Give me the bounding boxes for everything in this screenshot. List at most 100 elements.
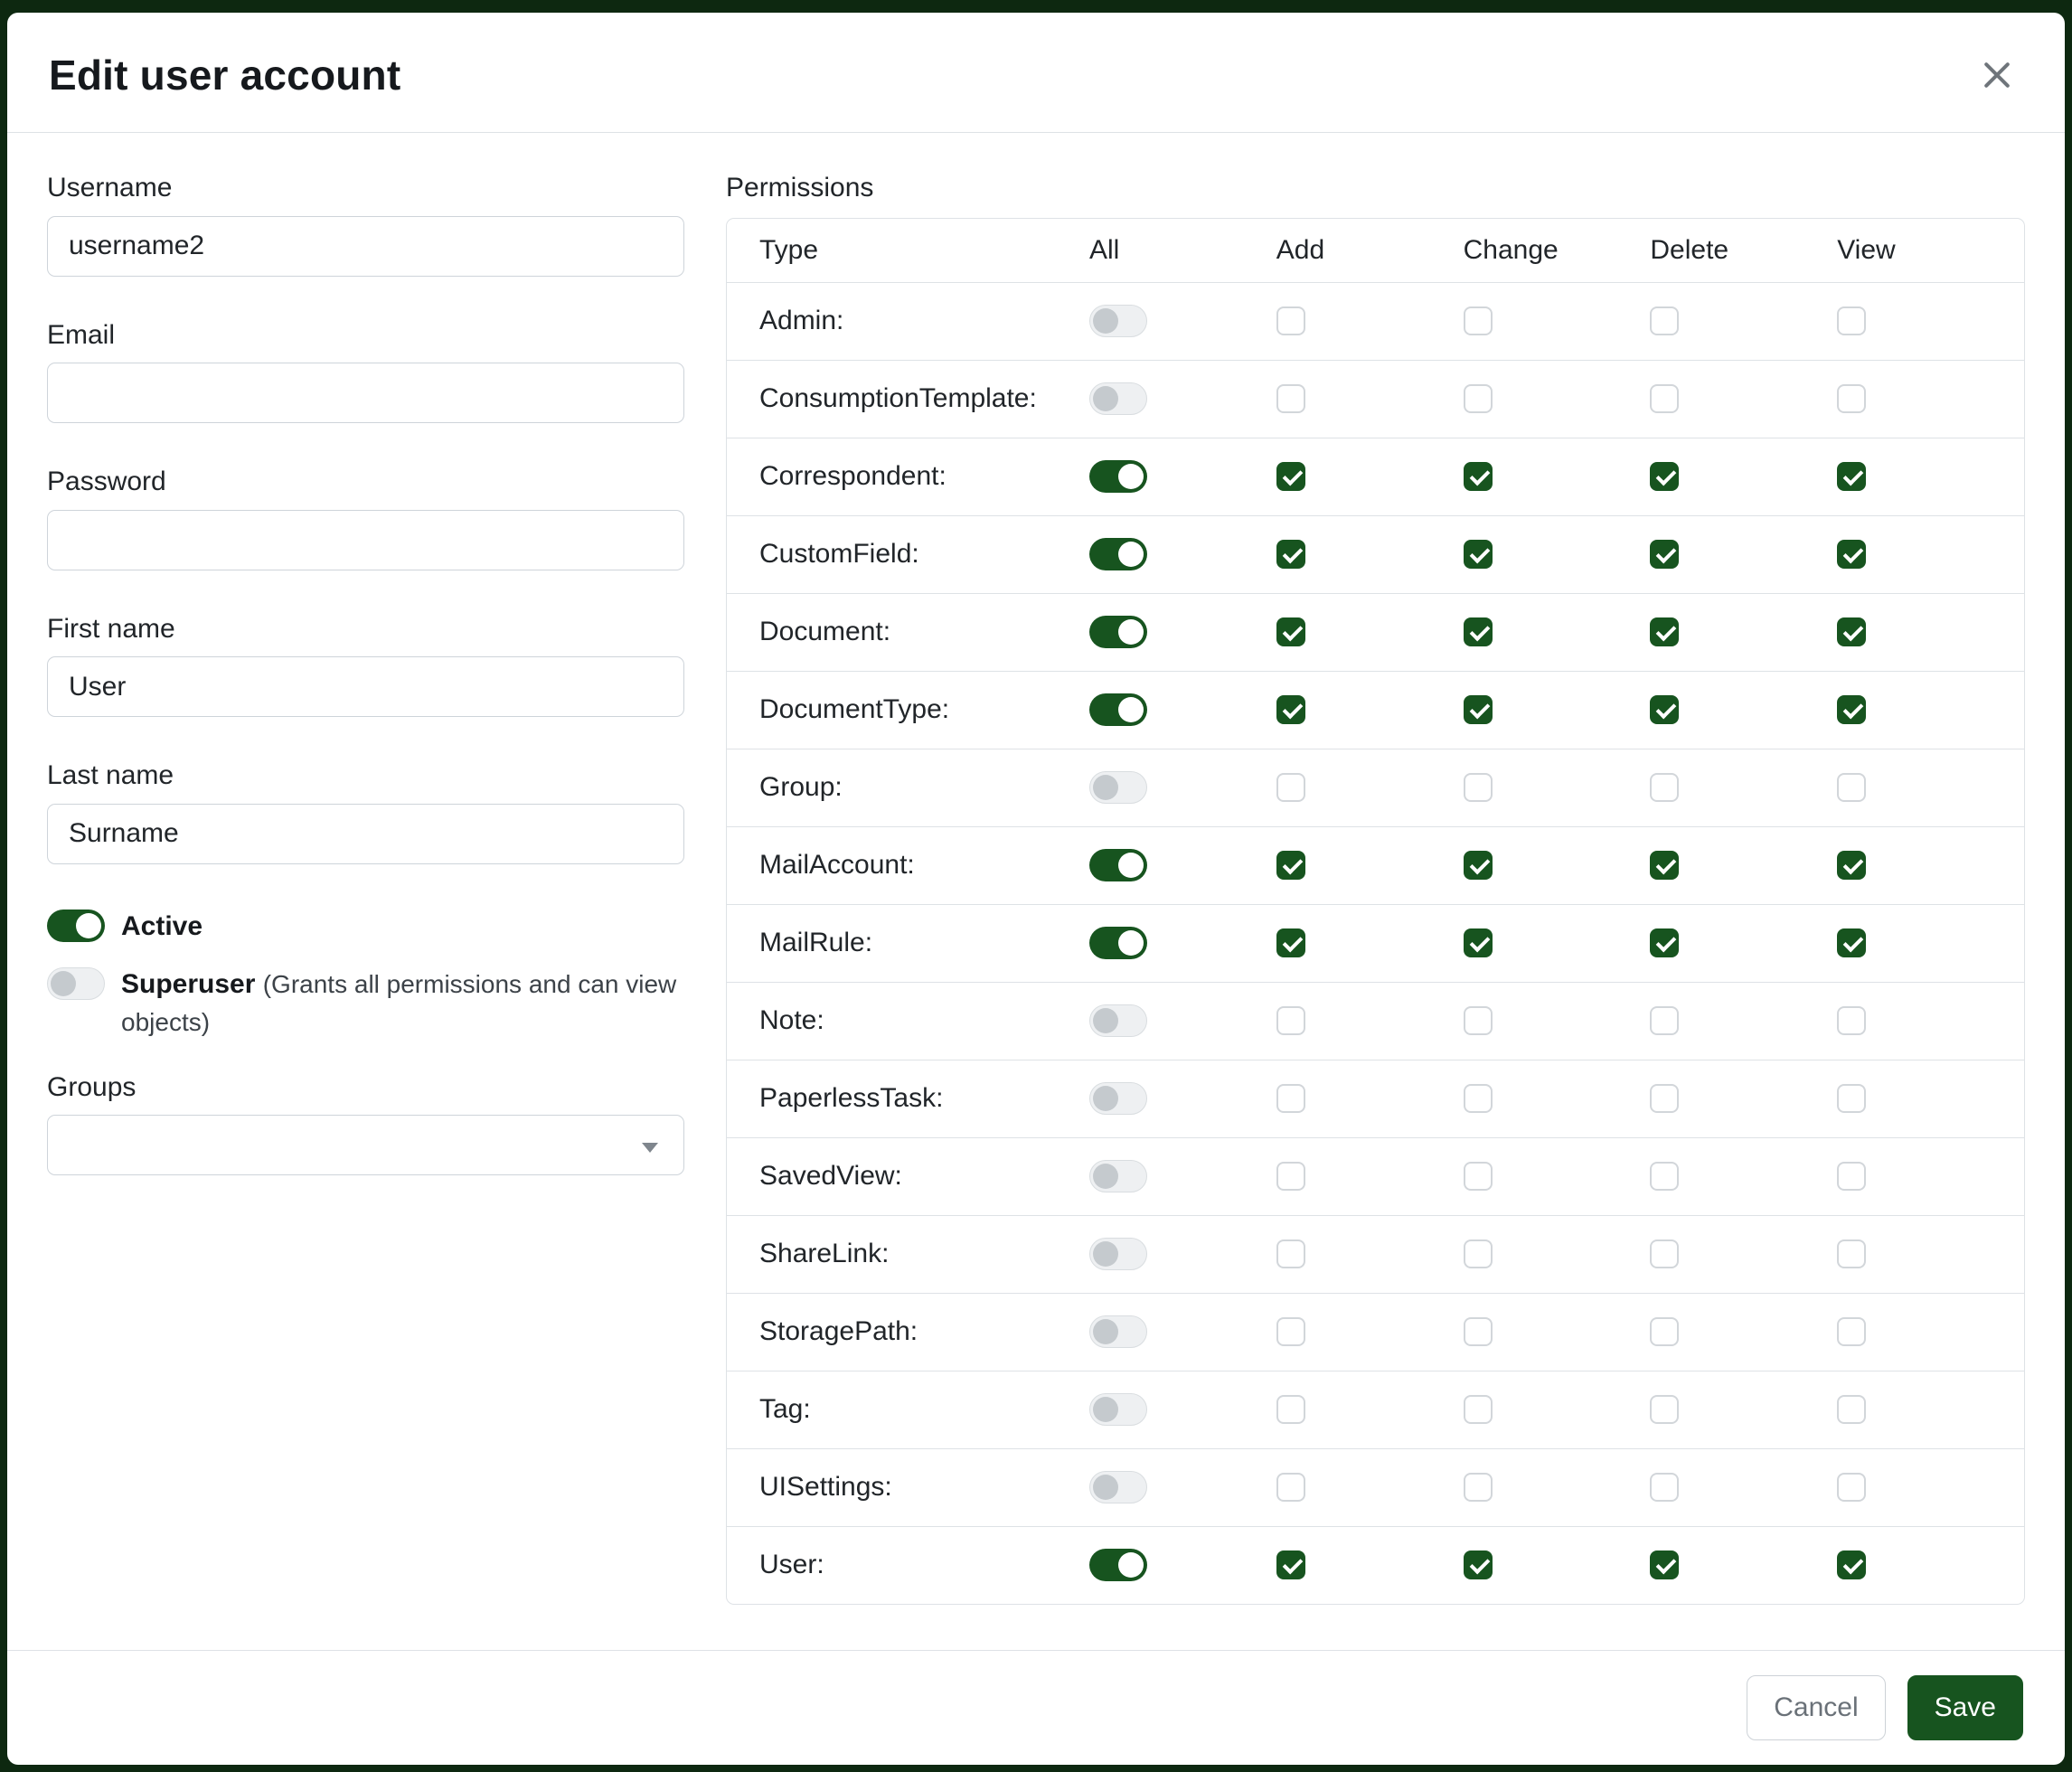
perm-delete-checkbox[interactable] [1650,1239,1679,1268]
perm-delete-checkbox[interactable] [1650,1084,1679,1113]
superuser-toggle[interactable] [47,967,105,1000]
perm-view-checkbox[interactable] [1837,1006,1866,1035]
perm-add-checkbox[interactable] [1276,1317,1305,1346]
perm-add-checkbox[interactable] [1276,384,1305,413]
perm-add-checkbox[interactable] [1276,1006,1305,1035]
perm-delete-checkbox[interactable] [1650,928,1679,957]
perm-add-checkbox[interactable] [1276,462,1305,491]
perm-view-checkbox[interactable] [1837,1550,1866,1579]
perm-change-checkbox[interactable] [1464,1162,1493,1191]
perm-change-checkbox[interactable] [1464,1239,1493,1268]
perm-change-checkbox[interactable] [1464,1395,1493,1424]
perm-view-checkbox[interactable] [1837,695,1866,724]
perm-add-checkbox[interactable] [1276,1473,1305,1502]
perm-delete-checkbox[interactable] [1650,540,1679,569]
perm-view-checkbox[interactable] [1837,1239,1866,1268]
perm-all-toggle[interactable] [1089,1082,1147,1115]
perm-view-checkbox[interactable] [1837,1395,1866,1424]
perm-all-toggle[interactable] [1089,1549,1147,1581]
perm-delete-checkbox[interactable] [1650,851,1679,880]
perm-change-checkbox[interactable] [1464,384,1493,413]
perm-delete-checkbox[interactable] [1650,384,1679,413]
cancel-button[interactable]: Cancel [1747,1675,1885,1740]
perm-all-toggle[interactable] [1089,305,1147,337]
perm-add-checkbox[interactable] [1276,306,1305,335]
perm-all-toggle[interactable] [1089,1004,1147,1037]
perm-all-toggle[interactable] [1089,616,1147,648]
perm-all-toggle[interactable] [1089,382,1147,415]
perm-add-checkbox[interactable] [1276,773,1305,802]
perm-all-toggle[interactable] [1089,1315,1147,1348]
password-input[interactable] [47,510,684,570]
perm-delete-checkbox[interactable] [1650,1162,1679,1191]
perm-view-checkbox[interactable] [1837,540,1866,569]
perm-view-checkbox[interactable] [1837,1317,1866,1346]
perm-all-toggle[interactable] [1089,927,1147,959]
perm-delete-checkbox[interactable] [1650,462,1679,491]
perm-add-checkbox[interactable] [1276,851,1305,880]
perm-add-checkbox[interactable] [1276,695,1305,724]
username-input[interactable] [47,216,684,277]
perm-change-checkbox[interactable] [1464,1550,1493,1579]
perm-add-checkbox[interactable] [1276,1239,1305,1268]
perm-delete-checkbox[interactable] [1650,1473,1679,1502]
perm-change-checkbox[interactable] [1464,1317,1493,1346]
perm-delete-checkbox[interactable] [1650,1317,1679,1346]
first-name-input[interactable] [47,656,684,717]
perm-change-checkbox[interactable] [1464,928,1493,957]
perm-change-checkbox[interactable] [1464,1084,1493,1113]
perm-delete-checkbox[interactable] [1650,695,1679,724]
perm-add-checkbox[interactable] [1276,1395,1305,1424]
perm-change-checkbox[interactable] [1464,306,1493,335]
perm-view-checkbox[interactable] [1837,851,1866,880]
perm-add-checkbox[interactable] [1276,540,1305,569]
active-toggle[interactable] [47,910,105,942]
perm-add-checkbox[interactable] [1276,1084,1305,1113]
perm-view-checkbox[interactable] [1837,462,1866,491]
perm-delete-checkbox[interactable] [1650,773,1679,802]
perm-delete-checkbox[interactable] [1650,1395,1679,1424]
perm-view-checkbox[interactable] [1837,384,1866,413]
perm-view-checkbox[interactable] [1837,1162,1866,1191]
permissions-label: Permissions [726,173,2025,204]
perm-add-checkbox[interactable] [1276,928,1305,957]
perm-change-checkbox[interactable] [1464,462,1493,491]
perm-view-checkbox[interactable] [1837,1473,1866,1502]
perm-view-checkbox[interactable] [1837,928,1866,957]
perm-delete-checkbox[interactable] [1650,1550,1679,1579]
perm-add-checkbox[interactable] [1276,1550,1305,1579]
column-header-view: View [1837,235,2024,266]
perm-view-checkbox[interactable] [1837,773,1866,802]
perm-all-toggle[interactable] [1089,1471,1147,1503]
perm-all-toggle[interactable] [1089,460,1147,493]
perm-all-toggle[interactable] [1089,538,1147,570]
perm-change-checkbox[interactable] [1464,773,1493,802]
perm-change-checkbox[interactable] [1464,1473,1493,1502]
perm-change-checkbox[interactable] [1464,695,1493,724]
perm-change-checkbox[interactable] [1464,851,1493,880]
perm-add-checkbox[interactable] [1276,1162,1305,1191]
perm-all-toggle[interactable] [1089,1393,1147,1426]
perm-view-checkbox[interactable] [1837,1084,1866,1113]
groups-select[interactable] [47,1115,684,1175]
perm-view-checkbox[interactable] [1837,617,1866,646]
perm-change-checkbox[interactable] [1464,617,1493,646]
perm-view-checkbox[interactable] [1837,306,1866,335]
save-button[interactable]: Save [1907,1675,2023,1740]
perm-delete-checkbox[interactable] [1650,617,1679,646]
perm-add-checkbox[interactable] [1276,617,1305,646]
perm-all-toggle[interactable] [1089,849,1147,881]
modal-footer: Cancel Save [7,1650,2065,1765]
close-button[interactable] [1971,49,2023,101]
perm-all-toggle[interactable] [1089,1160,1147,1192]
perm-all-toggle[interactable] [1089,693,1147,726]
perm-all-toggle[interactable] [1089,771,1147,804]
email-input[interactable] [47,363,684,423]
perm-change-checkbox[interactable] [1464,540,1493,569]
perm-change-checkbox[interactable] [1464,1006,1493,1035]
last-name-input[interactable] [47,804,684,864]
perm-delete-checkbox[interactable] [1650,1006,1679,1035]
perm-all-toggle[interactable] [1089,1238,1147,1270]
first-name-label: First name [47,614,684,646]
perm-delete-checkbox[interactable] [1650,306,1679,335]
